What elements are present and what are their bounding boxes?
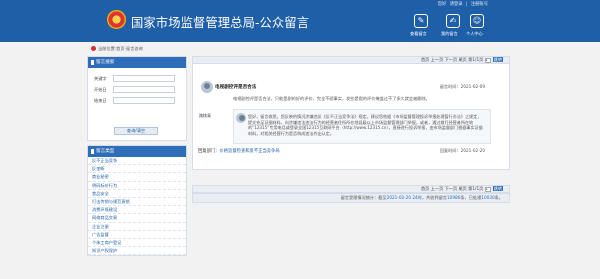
top-links: 您好 请登录 | 注册账号: [436, 1, 488, 7]
search-button[interactable]: 查询/清空: [114, 127, 158, 135]
category-item[interactable]: 广告监督: [88, 231, 186, 239]
stats-label: 留言受理情况统计：: [340, 195, 379, 200]
keyword-label: 关键字: [94, 75, 107, 81]
category-panel-title: 留言类型: [88, 146, 186, 157]
site-title: 国家市场监督管理总局-公众留言: [131, 16, 310, 30]
breadcrumb: 当前位置:首页-留言咨询: [91, 46, 143, 52]
category-item[interactable]: 打击传销与规范直销: [88, 198, 186, 207]
keyword-input[interactable]: [113, 75, 175, 82]
end-date-input[interactable]: [113, 97, 175, 104]
stats-received-label: ，共收到留言: [421, 195, 447, 200]
breadcrumb-text: 当前位置:首页-留言咨询: [98, 46, 143, 51]
notes-icon[interactable]: ✍: [446, 14, 460, 28]
reply-box: 您好，留言收悉。您反映的情况涉嫌违反《反不正当竞争法》规定，建议您依据《市场监督…: [233, 109, 491, 144]
my-messages-button[interactable]: 我的留言: [441, 31, 458, 37]
reply-org-name: 价格监督检查和反不正当竞争局: [219, 149, 280, 154]
page-input[interactable]: [484, 186, 491, 192]
pager-links[interactable]: 首页 上一页 下一页 尾页 第1/1页: [421, 186, 483, 191]
pager-bottom: 首页 上一页 下一页 尾页 第1/1页 跳转: [192, 185, 510, 193]
login-link[interactable]: 请登录: [450, 2, 463, 7]
category-item[interactable]: 企业注册: [88, 223, 186, 231]
pager-links[interactable]: 首页 上一页 下一页 尾页 第1/1页: [421, 57, 483, 62]
category-item[interactable]: 消费环境建设: [88, 206, 186, 215]
category-item[interactable]: 明码标价行为: [88, 182, 186, 190]
end-date-label: 结束日: [94, 97, 107, 103]
stats-unit: 条。: [494, 195, 503, 200]
user-avatar: [201, 81, 213, 93]
greeting-link: 您好: [437, 2, 447, 7]
message-time: 留言时间：2021-02-09: [439, 84, 485, 89]
location-pin-icon: [91, 46, 96, 51]
page-input[interactable]: [484, 57, 491, 63]
stats-handled: 10030: [481, 195, 495, 200]
username: 路桃青: [199, 113, 211, 118]
reply-org: 回复部门：价格监督检查和反不正当竞争局: [198, 148, 280, 154]
start-date-label: 开始日: [94, 86, 107, 92]
category-item[interactable]: 商业秘密: [88, 173, 186, 182]
category-item[interactable]: 个体工商户登记: [88, 239, 186, 248]
stats-bar: 留言受理情况统计：截至2021-02-20 24时，共收到留言10986条，已处…: [192, 193, 510, 203]
category-item[interactable]: 反垄断: [88, 165, 186, 174]
pager-top: 首页 上一页 下一页 尾页 第1/1页 跳转: [192, 56, 510, 64]
stats-mid: 条，已处理: [460, 195, 482, 200]
category-item[interactable]: 食品安全: [88, 190, 186, 198]
search-panel: 留言搜索 关键字 开始日 结束日 查询/清空: [87, 56, 187, 141]
category-item[interactable]: 知识产权保护: [88, 247, 186, 256]
view-messages-button[interactable]: 查看留言: [410, 31, 427, 37]
pencil-icon[interactable]: ✎: [414, 14, 428, 28]
national-emblem-icon: [107, 10, 126, 29]
start-date-input[interactable]: [113, 86, 175, 93]
category-panel: 留言类型 反不正当竞争 反垄断 商业秘密 明码标价行为 食品安全 打击传销与规范…: [87, 145, 187, 257]
message-title[interactable]: 电视剧控评是否合法: [215, 84, 256, 90]
register-link[interactable]: 注册账号: [471, 2, 488, 7]
site-header: 您好 请登录 | 注册账号 国家市场监督管理总局-公众留言 ✎ 查看留言 ✍ 我…: [0, 0, 600, 42]
separator: |: [465, 2, 468, 7]
reply-org-label: 回复部门：: [198, 149, 220, 154]
left-sidebar: 留言搜索 关键字 开始日 结束日 查询/清空 留言类型 反不正当竞争 反垄断 商…: [87, 56, 187, 257]
search-panel-title: 留言搜索: [88, 57, 186, 68]
org-avatar: [236, 113, 246, 123]
go-button[interactable]: 跳转: [493, 186, 503, 191]
stats-period: 2021-02-20 24时: [386, 195, 422, 200]
stats-period-label: 截至: [378, 195, 387, 200]
message-card: 电视剧控评是否合法 留言时间：2021-02-09 路桃青 电视剧控评是否合法，…: [192, 64, 510, 170]
category-item[interactable]: 反不正当竞争: [88, 157, 186, 166]
reply-time: 回复时间：2021-02-20: [439, 148, 485, 153]
stats-received: 10986: [447, 195, 461, 200]
user-icon[interactable]: ☺: [470, 14, 484, 28]
go-button[interactable]: 跳转: [493, 57, 503, 62]
category-item[interactable]: 网络商品交易: [88, 214, 186, 223]
user-center-button[interactable]: 个人中心: [466, 31, 483, 37]
message-content: 电视剧控评是否合法，只能是剧的好的评价，完全不顾事实，发些是假的评价掩盖过不了多…: [233, 96, 430, 101]
reply-content: 您好，留言收悉。您反映的情况涉嫌违反《反不正当竞争法》规定，建议您依据《市场监督…: [248, 114, 483, 136]
main-content: 首页 上一页 下一页 尾页 第1/1页 跳转 电视剧控评是否合法 留言时间：20…: [192, 56, 510, 204]
